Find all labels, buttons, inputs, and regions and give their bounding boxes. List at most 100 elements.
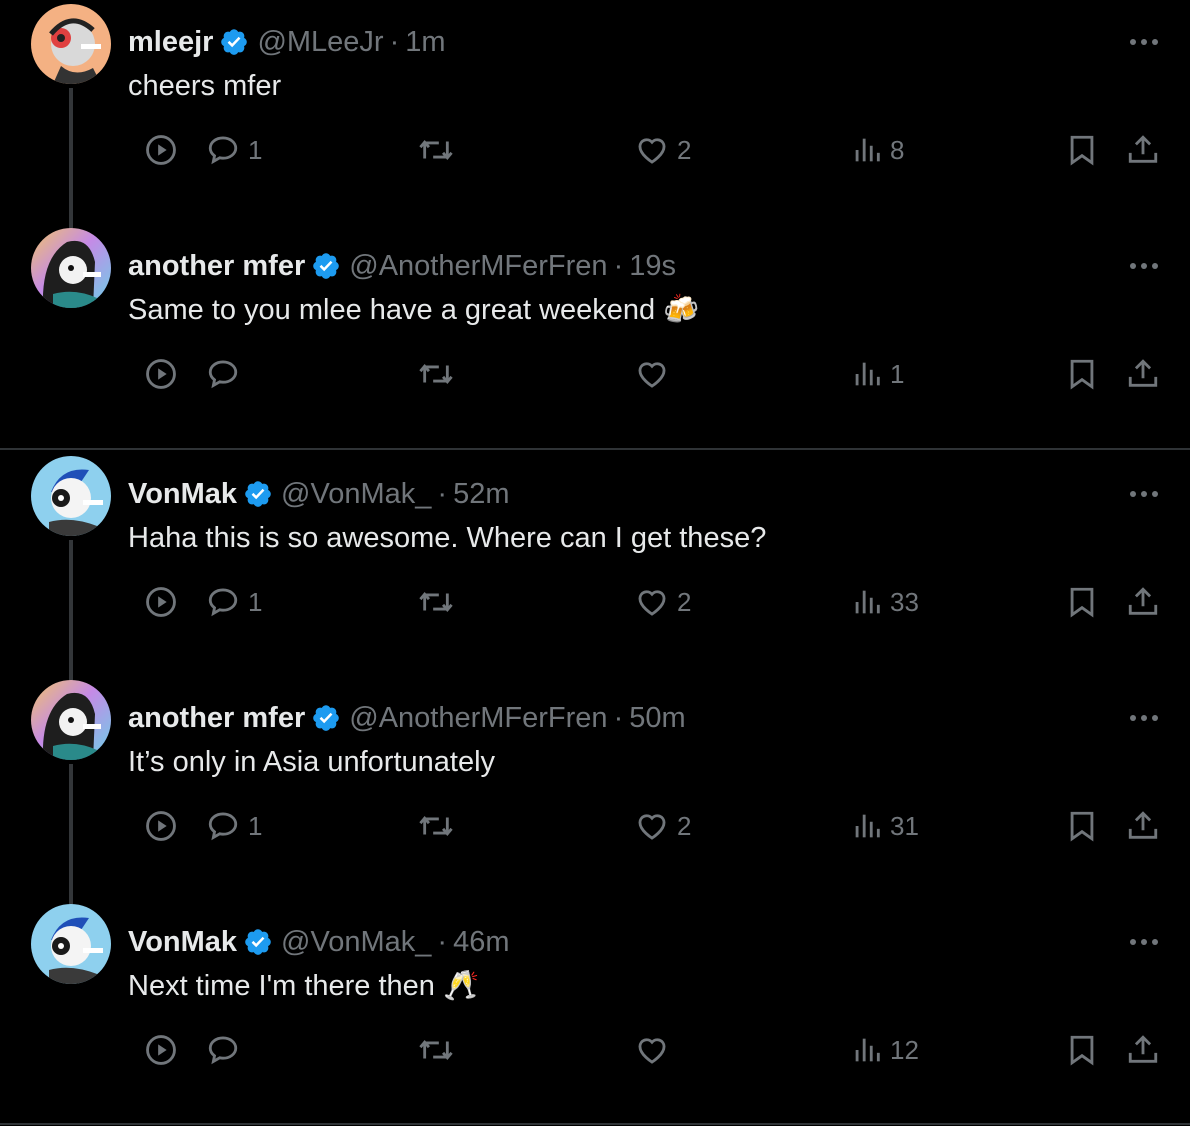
display-name[interactable]: mleejr [128, 24, 213, 60]
separator-dot: · [389, 26, 400, 58]
views-bar-chart-icon [855, 814, 880, 838]
timestamp[interactable]: 50m [629, 700, 685, 736]
share-button[interactable] [1126, 1028, 1160, 1072]
more-options-icon[interactable] [1126, 252, 1162, 280]
avatar[interactable] [31, 680, 111, 760]
like-button[interactable] [635, 352, 677, 396]
like-button[interactable]: 2 [635, 128, 691, 172]
retweet-icon [419, 816, 453, 836]
avatar[interactable] [31, 4, 111, 84]
user-handle[interactable]: @VonMak_ [281, 476, 431, 512]
tweet-text: It’s only in Asia unfortunately [128, 744, 495, 780]
display-name[interactable]: another mfer [128, 248, 305, 284]
more-options-icon[interactable] [1126, 480, 1162, 508]
video-button[interactable] [144, 128, 178, 172]
retweet-button[interactable] [417, 352, 463, 396]
user-handle[interactable]: @MLeeJr [257, 24, 383, 60]
separator-dot: · [437, 926, 448, 958]
share-upload-icon [1128, 135, 1158, 163]
tweet[interactable]: VonMak @VonMak_ · 52m Haha this is so aw… [0, 452, 1190, 688]
reply-bubble-icon [208, 360, 238, 389]
like-button[interactable]: 2 [635, 580, 691, 624]
bookmark-icon [1070, 811, 1094, 842]
share-upload-icon [1128, 1035, 1158, 1063]
tweet-text: Next time I'm there then 🥂 [128, 968, 479, 1004]
user-handle[interactable]: @AnotherMFerFren [349, 700, 607, 736]
views-button[interactable]: 31 [852, 804, 919, 848]
reply-button[interactable] [206, 352, 248, 396]
retweet-icon [419, 592, 453, 612]
share-upload-icon [1128, 359, 1158, 387]
timestamp[interactable]: 52m [453, 476, 509, 512]
verified-badge-icon [245, 929, 271, 955]
tweet-header: mleejr @MLeeJr · 1m [128, 24, 446, 60]
views-bar-chart-icon [855, 590, 880, 614]
heart-icon [638, 362, 666, 388]
reply-button[interactable]: 1 [206, 128, 262, 172]
play-circle-icon [146, 587, 176, 617]
conversation-divider [0, 448, 1190, 450]
views-button[interactable]: 1 [852, 352, 904, 396]
avatar[interactable] [31, 904, 111, 984]
timestamp[interactable]: 1m [405, 24, 445, 60]
like-button[interactable]: 2 [635, 804, 691, 848]
video-button[interactable] [144, 1028, 178, 1072]
display-name[interactable]: another mfer [128, 700, 305, 736]
avatar[interactable] [31, 228, 111, 308]
bookmark-button[interactable] [1066, 804, 1098, 848]
more-options-icon[interactable] [1126, 704, 1162, 732]
reply-button[interactable]: 1 [206, 804, 262, 848]
views-count: 1 [890, 358, 905, 389]
views-button[interactable]: 8 [852, 128, 904, 172]
tweet[interactable]: another mfer @AnotherMFerFren · 50m It’s… [0, 676, 1190, 912]
tweet[interactable]: another mfer @AnotherMFerFren · 19s Same… [0, 224, 1190, 448]
more-options-icon[interactable] [1126, 928, 1162, 956]
retweet-button[interactable] [417, 580, 463, 624]
bookmark-icon [1070, 587, 1094, 618]
share-button[interactable] [1126, 580, 1160, 624]
timestamp[interactable]: 46m [453, 924, 509, 960]
bookmark-button[interactable] [1066, 1028, 1098, 1072]
retweet-icon [419, 1040, 453, 1060]
tweet-text: cheers mfer [128, 68, 281, 104]
reply-button[interactable] [206, 1028, 248, 1072]
user-handle[interactable]: @VonMak_ [281, 924, 431, 960]
bookmark-button[interactable] [1066, 352, 1098, 396]
retweet-button[interactable] [417, 804, 463, 848]
bookmark-icon [1070, 1035, 1094, 1066]
retweet-button[interactable] [417, 1028, 463, 1072]
share-button[interactable] [1126, 804, 1160, 848]
display-name[interactable]: VonMak [128, 924, 237, 960]
share-button[interactable] [1126, 128, 1160, 172]
video-button[interactable] [144, 804, 178, 848]
action-bar: 12 [0, 1028, 1190, 1072]
heart-icon [638, 1038, 666, 1064]
video-button[interactable] [144, 352, 178, 396]
beer-mugs-emoji: 🍻 [663, 294, 700, 326]
tweet[interactable]: mleejr @MLeeJr · 1m cheers mfer 1 2 8 [0, 0, 1190, 236]
share-button[interactable] [1126, 352, 1160, 396]
tweet-text-body: Haha this is so awesome. Where can I get… [128, 522, 767, 554]
bookmark-button[interactable] [1066, 580, 1098, 624]
separator-dot: · [613, 250, 624, 282]
retweet-button[interactable] [417, 128, 463, 172]
avatar[interactable] [31, 456, 111, 536]
views-button[interactable]: 33 [852, 580, 919, 624]
like-count: 2 [677, 586, 692, 617]
video-button[interactable] [144, 580, 178, 624]
bookmark-icon [1070, 135, 1094, 166]
like-button[interactable] [635, 1028, 677, 1072]
tweet-text-body: It’s only in Asia unfortunately [128, 746, 496, 778]
bookmark-button[interactable] [1066, 128, 1098, 172]
action-bar: 1 2 33 [0, 580, 1190, 624]
verified-badge-icon [245, 481, 271, 507]
more-options-icon[interactable] [1126, 28, 1162, 56]
tweet[interactable]: VonMak @VonMak_ · 46m Next time I'm ther… [0, 900, 1190, 1124]
user-handle[interactable]: @AnotherMFerFren [349, 248, 607, 284]
play-circle-icon [146, 1035, 176, 1065]
views-button[interactable]: 12 [852, 1028, 919, 1072]
reply-button[interactable]: 1 [206, 580, 262, 624]
reply-count: 1 [248, 134, 263, 165]
display-name[interactable]: VonMak [128, 476, 237, 512]
timestamp[interactable]: 19s [629, 248, 676, 284]
